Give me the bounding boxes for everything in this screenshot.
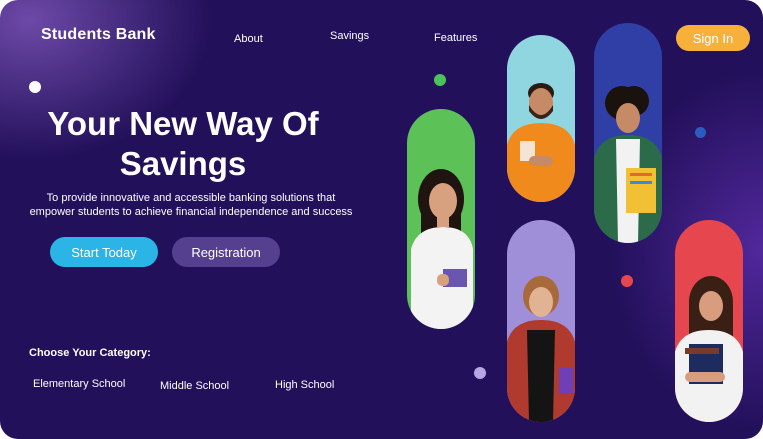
brand-logo[interactable]: Students Bank	[41, 26, 156, 44]
portrait-graphic	[411, 169, 473, 329]
category-title: Choose Your Category:	[29, 347, 151, 359]
sign-in-button[interactable]: Sign In	[676, 25, 750, 51]
hero-subtitle-line2: empower students to achieve financial in…	[29, 206, 353, 218]
student-photo-woman-plaid-shirt	[507, 220, 575, 422]
student-photo-woman-holding-books	[675, 220, 743, 422]
category-middle-school[interactable]: Middle School	[160, 380, 229, 392]
decorative-dot	[621, 275, 633, 287]
nav-features[interactable]: Features	[434, 32, 477, 44]
hero-title-line1: Your New Way Of	[47, 105, 319, 142]
decorative-dot	[29, 81, 41, 93]
category-high-school[interactable]: High School	[275, 379, 334, 391]
landing-page: Students Bank About Savings Features Sig…	[0, 0, 763, 439]
hero-title-line2: Savings	[119, 145, 247, 182]
portrait-graphic	[675, 276, 743, 422]
hero-subtitle: To provide innovative and accessible ban…	[0, 191, 382, 219]
portrait-graphic	[507, 276, 575, 422]
portrait-graphic	[507, 83, 575, 202]
start-today-button[interactable]: Start Today	[50, 237, 158, 267]
nav-about[interactable]: About	[234, 33, 263, 45]
student-photo-girl-white-shirt	[407, 109, 475, 329]
category-elementary-school[interactable]: Elementary School	[33, 378, 125, 390]
student-photo-man-orange-sweater	[507, 35, 575, 202]
student-photo-man-plaid-shirt	[594, 23, 662, 243]
nav-savings[interactable]: Savings	[330, 30, 369, 42]
decorative-dot	[434, 74, 446, 86]
hero-subtitle-line1: To provide innovative and accessible ban…	[46, 192, 336, 204]
decorative-dot	[695, 127, 706, 138]
decorative-dot	[474, 367, 486, 379]
registration-button[interactable]: Registration	[172, 237, 280, 267]
portrait-graphic	[594, 86, 662, 243]
hero-title: Your New Way Of Savings	[0, 104, 366, 184]
